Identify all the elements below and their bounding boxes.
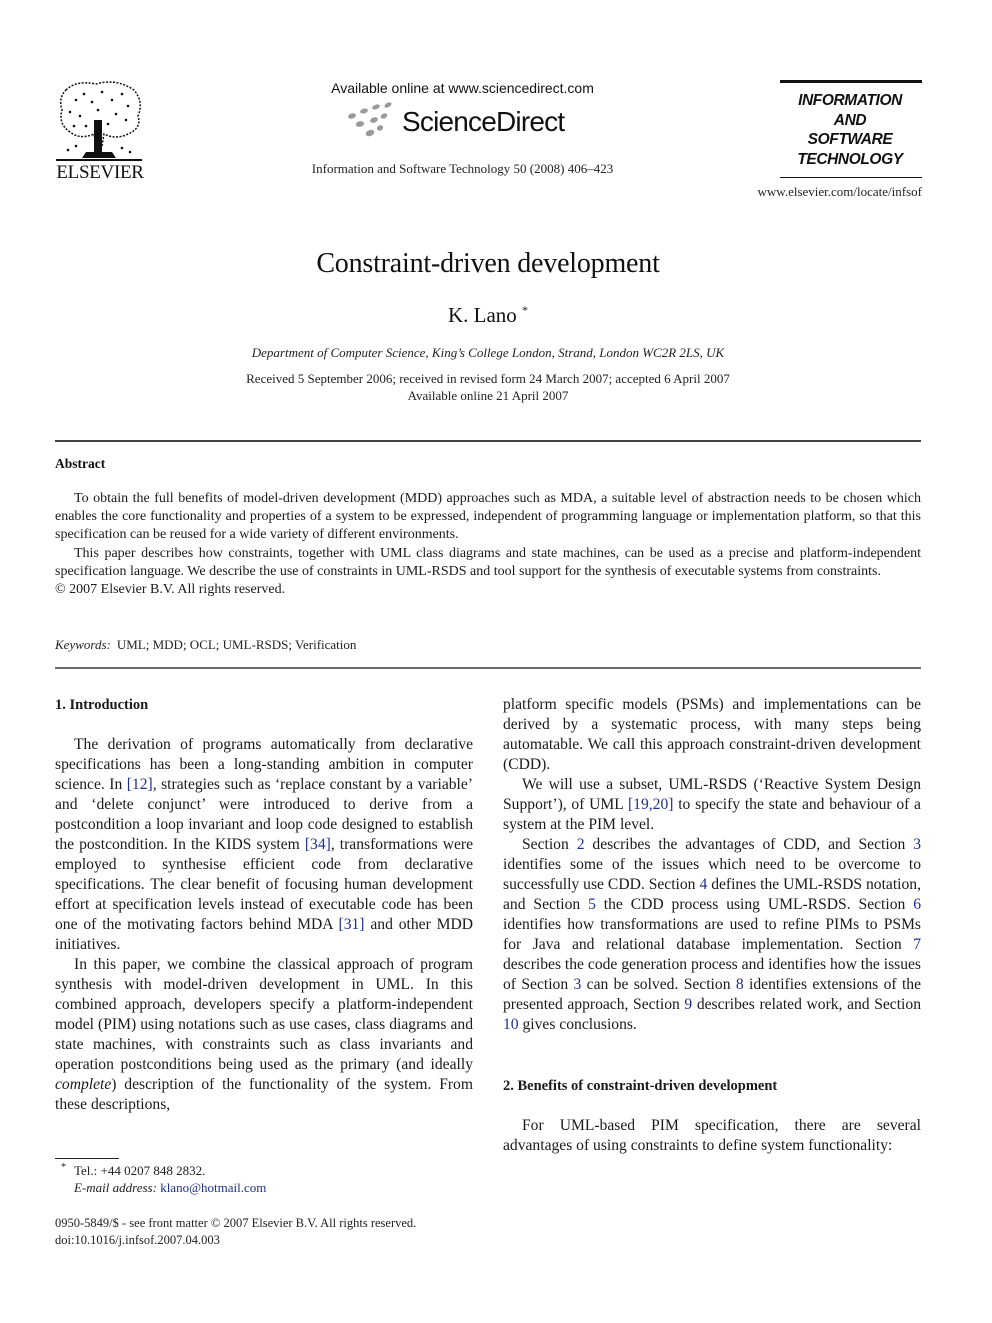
journal-url[interactable]: www.elsevier.com/locate/infsof bbox=[745, 184, 923, 200]
keywords-label: Keywords: bbox=[55, 637, 111, 652]
text: the CDD process using UML-RSDS. Section bbox=[595, 896, 914, 913]
author-footnote-mark[interactable]: * bbox=[522, 303, 528, 317]
journal-logo-line: TECHNOLOGY bbox=[797, 150, 903, 168]
citation-link[interactable]: [12] bbox=[127, 776, 153, 793]
section-heading-benefits: 2. Benefits of constraint-driven develop… bbox=[503, 1078, 778, 1094]
doi-line[interactable]: doi:10.1016/j.infsof.2007.04.003 bbox=[55, 1232, 416, 1249]
keywords: Keywords: UML; MDD; OCL; UML-RSDS; Verifi… bbox=[55, 637, 356, 653]
received-dates: Received 5 September 2006; received in r… bbox=[246, 371, 730, 386]
text: identifies how transformations are used … bbox=[503, 916, 921, 953]
author-name: K. Lano bbox=[447, 303, 517, 327]
citation-link[interactable]: [34] bbox=[305, 836, 331, 853]
sciencedirect-logo: ScienceDirect bbox=[290, 100, 635, 148]
front-matter: 0950-5849/$ - see front matter © 2007 El… bbox=[55, 1215, 416, 1249]
text: describes the advantages of CDD, and Sec… bbox=[584, 836, 914, 853]
left-column: 1. Introduction The derivation of progra… bbox=[55, 695, 473, 1115]
article-title: Constraint-driven development bbox=[316, 248, 660, 279]
journal-citation: Information and Software Technology 50 (… bbox=[311, 161, 614, 176]
section-link[interactable]: 3 bbox=[913, 836, 921, 853]
paragraph: platform specific models (PSMs) and impl… bbox=[503, 696, 921, 773]
paragraph: We will use a subset, UML-RSDS (‘Reactiv… bbox=[503, 775, 921, 835]
journal-logo-line: INFORMATION bbox=[798, 92, 902, 109]
sciencedirect-dots-icon bbox=[348, 102, 392, 137]
text: Section bbox=[522, 836, 577, 853]
text: can be solved. Section bbox=[581, 976, 736, 993]
publisher-name: ELSEVIER bbox=[56, 162, 144, 183]
text: describes related work, and Section bbox=[692, 996, 921, 1013]
footnote-mark: * bbox=[61, 1162, 66, 1173]
keywords-list: UML; MDD; OCL; UML-RSDS; Verification bbox=[116, 637, 357, 652]
affiliation: Department of Computer Science, King’s C… bbox=[251, 345, 725, 360]
journal-logo: INFORMATION AND SOFTWARE TECHNOLOGY bbox=[778, 80, 922, 178]
abstract-copyright: © 2007 Elsevier B.V. All rights reserved… bbox=[55, 582, 286, 598]
journal-logo-title: INFORMATION AND SOFTWARE TECHNOLOGY bbox=[778, 91, 922, 169]
citation-link[interactable]: [31] bbox=[339, 916, 365, 933]
available-online-text[interactable]: Available online at www.sciencedirect.co… bbox=[290, 80, 635, 96]
text: In this paper, we combine the classical … bbox=[55, 956, 473, 1073]
section-link[interactable]: 6 bbox=[913, 896, 921, 913]
abstract-body: To obtain the full benefits of model-dri… bbox=[55, 490, 921, 599]
footnote: * Tel.: +44 0207 848 2832. E-mail addres… bbox=[55, 1162, 266, 1196]
section-link[interactable]: 7 bbox=[913, 936, 921, 953]
elsevier-logo: ELSEVIER bbox=[53, 80, 147, 184]
sciencedirect-name: ScienceDirect bbox=[402, 106, 565, 137]
sciencedirect-banner: Available online at www.sciencedirect.co… bbox=[290, 80, 635, 177]
abstract-heading: Abstract bbox=[55, 456, 106, 471]
footnote-tel: Tel.: +44 0207 848 2832. bbox=[74, 1163, 206, 1178]
journal-logo-line: AND bbox=[833, 111, 867, 129]
paragraph: For UML-based PIM specification, there a… bbox=[503, 1117, 921, 1154]
abstract-top-rule bbox=[55, 440, 921, 442]
abstract-bottom-rule bbox=[55, 667, 921, 669]
email-link[interactable]: klano@hotmail.com bbox=[160, 1180, 266, 1195]
text: ) description of the functionality of th… bbox=[55, 1076, 473, 1113]
author: K. Lano * bbox=[0, 303, 976, 328]
emphasis: complete bbox=[55, 1076, 112, 1093]
abstract-paragraph: To obtain the full benefits of model-dri… bbox=[55, 491, 921, 543]
section-link[interactable]: 5 bbox=[588, 896, 596, 913]
abstract-paragraph: This paper describes how constraints, to… bbox=[55, 545, 921, 579]
citation-link[interactable]: [19,20] bbox=[628, 796, 673, 813]
available-online-date: Available online 21 April 2007 bbox=[407, 388, 569, 403]
journal-logo-line: SOFTWARE bbox=[807, 131, 893, 148]
footnote-email: E-mail address: klano@hotmail.com bbox=[55, 1179, 266, 1196]
issn-line: 0950-5849/$ - see front matter © 2007 El… bbox=[55, 1216, 417, 1230]
elsevier-tree-icon bbox=[56, 81, 142, 161]
journal-logo-rule-top bbox=[780, 80, 922, 83]
article-history: Received 5 September 2006; received in r… bbox=[0, 370, 976, 404]
email-label: E-mail address: bbox=[74, 1180, 157, 1195]
paragraph: Section 2 describes the advantages of CD… bbox=[503, 835, 921, 1035]
paragraph: The derivation of programs automatically… bbox=[55, 735, 473, 955]
paragraph: In this paper, we combine the classical … bbox=[55, 955, 473, 1115]
text: gives conclusions. bbox=[518, 1016, 637, 1033]
section-heading-introduction: 1. Introduction bbox=[55, 697, 149, 713]
right-column: platform specific models (PSMs) and impl… bbox=[503, 695, 921, 1156]
section-link[interactable]: 10 bbox=[503, 1016, 519, 1033]
section-link[interactable]: 8 bbox=[736, 976, 744, 993]
journal-logo-rule-bottom bbox=[780, 177, 922, 178]
